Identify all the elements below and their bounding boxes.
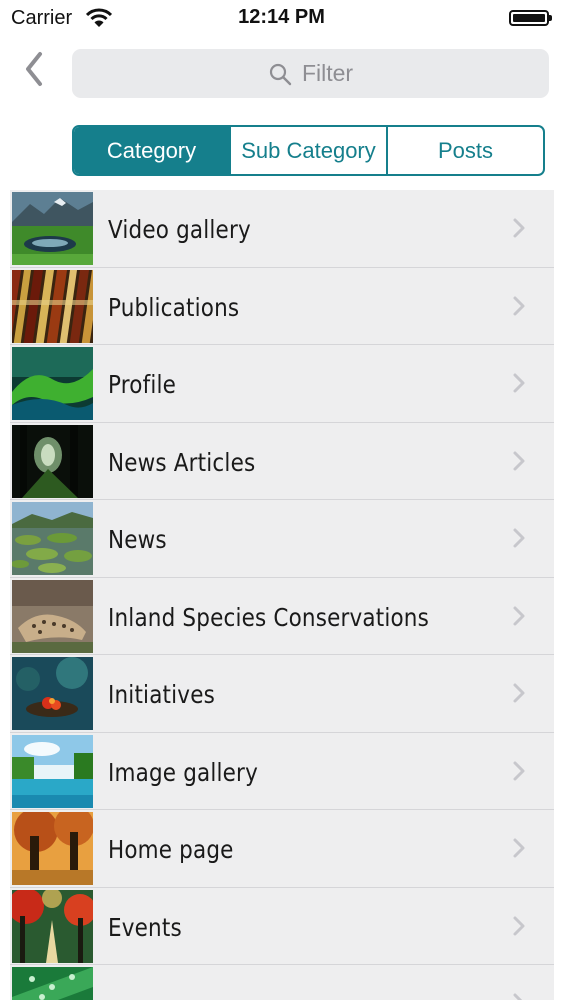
search-placeholder: Filter [301,60,354,86]
lily-pads-thumbnail [12,502,93,575]
category-list: Video gallery Publications Profile News … [10,190,554,1000]
status-bar: Carrier 12:14 PM [0,0,563,36]
list-item-label: Inland Species Conservations [108,602,429,632]
list-item-label: Initiatives [108,680,215,709]
list-item-label: Publications [108,292,240,322]
clock-time: 12:14 PM [238,6,325,28]
chevron-right-icon [513,218,525,238]
chevron-right-icon [513,916,525,935]
segmented-control: Category Sub Category Posts [72,125,545,176]
chevron-right-icon [513,683,525,703]
leopard-thumbnail [12,579,93,653]
green-droplets-thumbnail [12,967,93,1000]
chevron-right-icon [513,838,525,858]
chevron-right-icon [513,528,525,548]
books-thumbnail [12,269,93,343]
red-forest-road-thumbnail [12,889,93,963]
list-item[interactable]: Initiatives [10,655,554,733]
list-item[interactable]: Publications [10,268,554,345]
tab-posts[interactable]: Posts [386,127,543,174]
list-item-label: News Articles [108,447,256,477]
search-input[interactable]: Filter [72,49,549,98]
list-item[interactable]: Video gallery [10,190,554,268]
chevron-right-icon [513,993,523,1000]
chevron-right-icon [513,761,525,780]
list-item-label: News [108,525,167,554]
dark-forest-thumbnail [12,424,93,498]
list-item[interactable]: Events [10,888,554,965]
list-item[interactable]: News Articles [10,423,554,500]
list-item-label: Home page [108,835,234,864]
tab-sub-category[interactable]: Sub Category [229,127,386,174]
list-item-label: Video gallery [108,215,251,244]
list-item[interactable]: News [10,500,554,578]
chevron-right-icon [513,606,525,625]
list-item[interactable]: Image gallery [10,733,554,810]
red-flower-thumbnail [12,657,93,730]
chevron-right-icon [513,451,525,470]
list-item-label: Profile [108,370,177,399]
mountain-lake-thumbnail [12,192,93,265]
list-item-label: Image gallery [108,757,258,787]
list-item[interactable]: Profile [10,345,554,423]
list-item[interactable] [10,965,554,1000]
waterfall-lake-thumbnail [12,734,93,808]
green-wave-thumbnail [12,347,93,420]
back-chevron-icon[interactable] [20,48,50,90]
battery-icon [509,10,552,26]
tab-category[interactable]: Category [74,127,229,174]
search-icon [269,63,292,85]
list-item[interactable]: Inland Species Conservations [10,578,554,655]
chevron-right-icon [513,373,525,393]
list-item[interactable]: Home page [10,810,554,888]
autumn-trees-thumbnail [12,812,93,885]
chevron-right-icon [513,296,525,315]
list-item-label: Events [108,912,182,942]
